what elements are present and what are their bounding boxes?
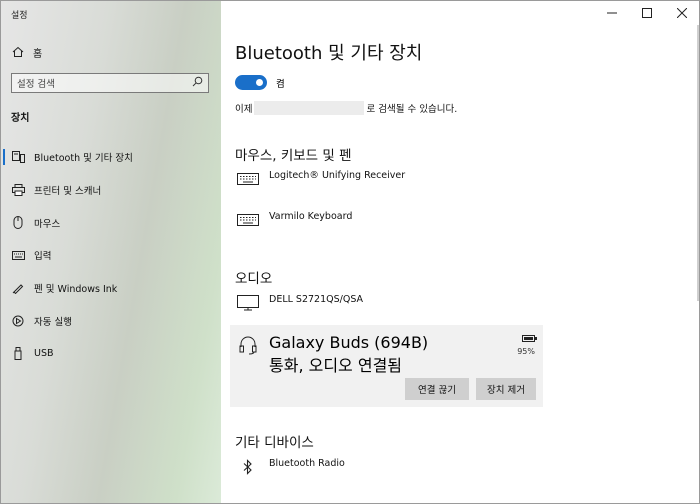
remove-device-button[interactable]: 장치 제거	[476, 378, 536, 400]
device-name: Logitech® Unifying Receiver	[269, 170, 406, 181]
search-input[interactable]: 설정 검색	[11, 73, 209, 93]
sidebar-item-label: Bluetooth 및 기타 장치	[34, 153, 133, 165]
keyboard-icon	[11, 250, 25, 260]
home-label: 홈	[33, 48, 43, 60]
device-dell-monitor[interactable]: DELL S2721QS/QSA	[235, 293, 363, 313]
disconnect-button[interactable]: 연결 끊기	[405, 378, 469, 400]
toggle-label: 켬	[276, 78, 285, 90]
sidebar-item-typing[interactable]: 입력	[1, 239, 221, 272]
search-placeholder: 설정 검색	[17, 79, 55, 90]
battery-level: 95%	[517, 347, 535, 356]
sidebar-item-label: USB	[34, 347, 54, 359]
sidebar-item-pen[interactable]: 펜 및 Windows Ink	[1, 272, 221, 305]
printer-icon	[11, 184, 25, 197]
settings-window: 설정 홈 설정 검색 장치 Bluetooth 및 기타 장치 프린터 및 스캐…	[0, 0, 700, 504]
bluetooth-toggle-row: 켬	[235, 75, 285, 90]
sidebar-item-label: 마우스	[34, 218, 61, 230]
pen-icon	[11, 282, 25, 295]
device-name: DELL S2721QS/QSA	[269, 294, 364, 305]
discover-suffix: 로 검색될 수 있습니다.	[366, 104, 458, 115]
usb-icon	[11, 346, 25, 360]
sidebar-item-autoplay[interactable]: 자동 실행	[1, 304, 221, 337]
sidebar-item-bluetooth[interactable]: Bluetooth 및 기타 장치	[1, 141, 221, 174]
group-title-input: 마우스, 키보드 및 펜	[235, 148, 352, 164]
home-link[interactable]: 홈	[11, 43, 42, 61]
device-status: 통화, 오디오 연결됨	[269, 356, 403, 375]
headset-icon	[235, 333, 261, 357]
battery-indicator: 95%	[517, 335, 537, 356]
home-icon	[11, 46, 25, 58]
mouse-icon	[11, 216, 25, 230]
sidebar-item-label: 펜 및 Windows Ink	[34, 284, 118, 296]
monitor-icon	[235, 293, 261, 313]
battery-icon	[522, 335, 537, 342]
group-title-other: 기타 디바이스	[235, 435, 314, 451]
discover-prefix: 이제	[235, 104, 253, 115]
discoverable-text: 이제 로 검색될 수 있습니다.	[235, 101, 457, 115]
redacted-device-name	[254, 101, 365, 115]
device-name: Varmilo Keyboard	[269, 211, 353, 222]
bluetooth-devices-icon	[11, 151, 25, 164]
keyboard-icon	[235, 210, 261, 230]
device-varmilo[interactable]: Varmilo Keyboard	[235, 210, 352, 230]
window-title: 설정	[11, 11, 28, 21]
device-bluetooth-radio[interactable]: Bluetooth Radio	[235, 457, 345, 477]
sidebar-item-label: 프린터 및 스캐너	[34, 186, 102, 198]
main-content: Bluetooth 및 기타 장치 켬 이제 로 검색될 수 있습니다. 마우스…	[230, 1, 699, 503]
page-title: Bluetooth 및 기타 장치	[235, 43, 423, 64]
selected-device-card[interactable]: Galaxy Buds (694B) 통화, 오디오 연결됨 95% 연결 끊기…	[230, 325, 543, 407]
device-logitech[interactable]: Logitech® Unifying Receiver	[235, 169, 405, 189]
sidebar-nav: Bluetooth 및 기타 장치 프린터 및 스캐너 마우스 입력 펜 및 W…	[1, 141, 221, 370]
keyboard-icon	[235, 169, 261, 189]
search-icon[interactable]	[192, 76, 203, 90]
sidebar-item-label: 입력	[34, 251, 52, 263]
autoplay-icon	[11, 315, 25, 327]
sidebar: 설정 홈 설정 검색 장치 Bluetooth 및 기타 장치 프린터 및 스캐…	[1, 1, 221, 503]
device-galaxy-buds[interactable]: Galaxy Buds (694B) 통화, 오디오 연결됨	[235, 333, 428, 376]
bluetooth-icon	[235, 457, 261, 477]
sidebar-item-printers[interactable]: 프린터 및 스캐너	[1, 174, 221, 207]
sidebar-item-label: 자동 실행	[34, 316, 72, 328]
device-name: Galaxy Buds (694B)	[269, 333, 429, 352]
sidebar-item-mouse[interactable]: 마우스	[1, 206, 221, 239]
section-label: 장치	[11, 113, 30, 124]
sidebar-item-usb[interactable]: USB	[1, 337, 221, 370]
bluetooth-toggle[interactable]	[235, 75, 267, 90]
group-title-audio: 오디오	[235, 271, 273, 287]
device-name: Bluetooth Radio	[269, 458, 345, 469]
